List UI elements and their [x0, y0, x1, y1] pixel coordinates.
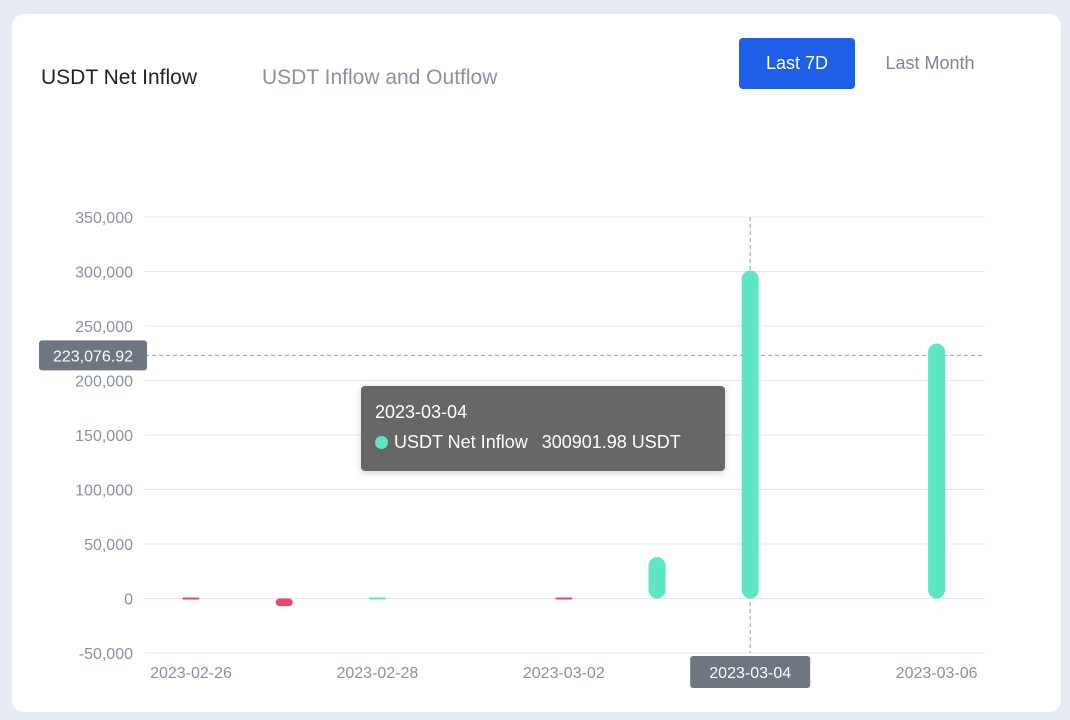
tooltip-date: 2023-03-04 [375, 402, 468, 422]
bar [928, 343, 946, 599]
series-dot-icon [375, 436, 388, 449]
crosshair-y-value: 223,076.92 [53, 348, 133, 365]
crosshair-x-label: 2023-03-04 [709, 665, 791, 682]
bar [182, 597, 200, 600]
bar [368, 597, 386, 600]
y-tick-label: 350,000 [75, 210, 133, 227]
tooltip-series-name: USDT Net Inflow [394, 432, 528, 452]
y-tick-label: 300,000 [75, 265, 133, 282]
bar [275, 598, 293, 607]
bar [555, 597, 573, 600]
y-tick-label: 200,000 [75, 374, 133, 391]
x-tick-label: 2023-02-26 [150, 665, 232, 682]
y-tick-label: 0 [124, 592, 133, 609]
chart-tooltip: 2023-03-04 USDT Net Inflow 300901.98 USD… [361, 386, 725, 471]
y-tick-label: 50,000 [84, 537, 133, 554]
x-tick-label: 2023-03-02 [523, 665, 605, 682]
tooltip-value: 300901.98 USDT [541, 432, 681, 452]
y-tick-label: 150,000 [75, 428, 133, 445]
y-tick-label: 100,000 [75, 483, 133, 500]
y-tick-label: -50,000 [79, 646, 133, 663]
x-tick-label: 2023-03-06 [896, 665, 978, 682]
bar [741, 270, 759, 599]
y-tick-label: 250,000 [75, 319, 133, 336]
net-inflow-bar-chart[interactable]: -50,000 0 50,000 100,000 150,000 200,000 250,0… [0, 0, 1070, 720]
bar [648, 557, 666, 599]
tooltip-row: USDT Net Inflow 300901.98 USDT [375, 432, 681, 453]
x-tick-label: 2023-02-28 [336, 665, 418, 682]
